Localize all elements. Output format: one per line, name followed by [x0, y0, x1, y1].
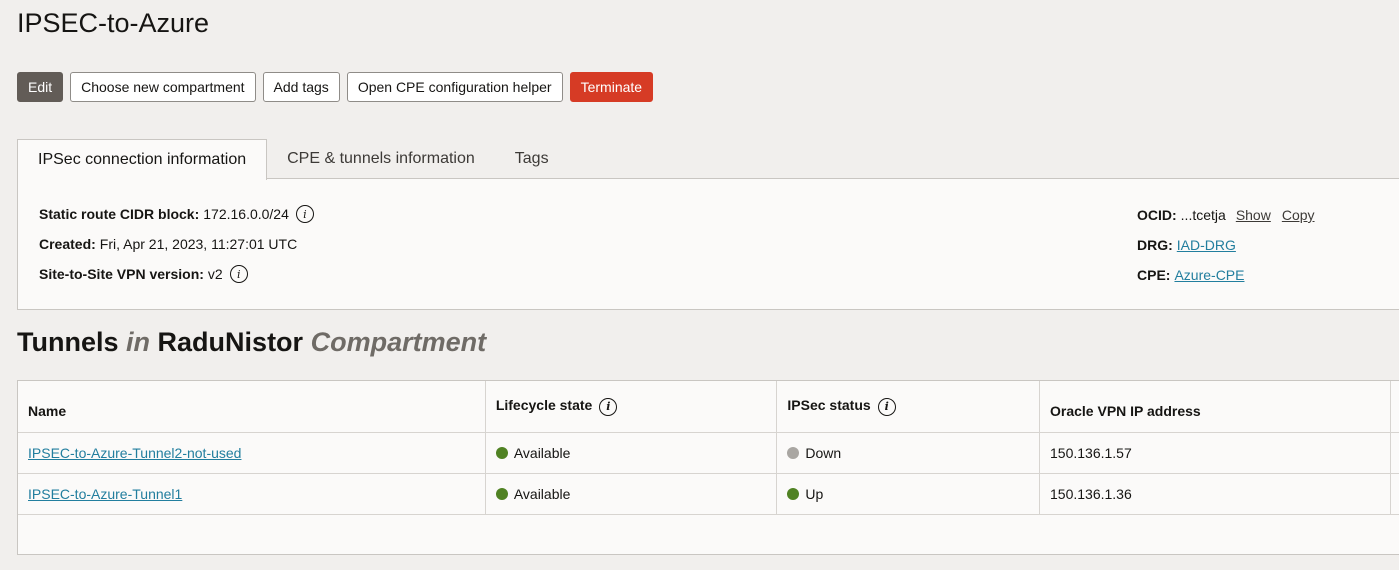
vpn-version-value: v2 — [207, 266, 223, 282]
static-route-label: Static route CIDR block: — [39, 206, 200, 222]
ocid-label: OCID: — [1137, 207, 1177, 223]
status-dot-icon — [495, 446, 508, 459]
lifecycle-header-label: Lifecycle state — [495, 397, 593, 413]
compartment-name: RaduNistor — [157, 327, 304, 357]
ocid-show-link[interactable]: Show — [1236, 207, 1271, 223]
cpe-row: CPE: Azure-CPE — [1137, 267, 1244, 283]
column-header-spacer — [1390, 381, 1399, 433]
info-icon[interactable]: i — [877, 397, 896, 416]
column-header-ipsec: IPSec status i — [776, 381, 1040, 433]
tunnels-table: Name Lifecycle state i IPSec status i Orac… — [18, 381, 1399, 515]
tab-ipsec-info[interactable]: IPSec connection information — [17, 139, 268, 180]
lifecycle-cell: Available — [485, 473, 778, 515]
choose-compartment-button[interactable]: Choose new compartment — [70, 72, 256, 102]
add-tags-button[interactable]: Add tags — [262, 72, 340, 102]
info-icon[interactable]: i — [295, 205, 314, 223]
drg-link[interactable]: IAD-DRG — [1177, 237, 1236, 253]
column-header-name[interactable]: Name — [18, 381, 486, 433]
tab-cpe-tunnels[interactable]: CPE & tunnels information — [267, 139, 495, 179]
drg-row: DRG: IAD-DRG — [1137, 237, 1236, 253]
ipsec-info-panel: Static route CIDR block: 172.16.0.0/24 i… — [17, 178, 1399, 310]
tab-bar: IPSec connection information CPE & tunne… — [17, 139, 569, 180]
tunnel-name-link[interactable]: IPSEC-to-Azure-Tunnel2-not-used — [28, 445, 241, 461]
ocid-copy-link[interactable]: Copy — [1282, 207, 1315, 223]
terminate-button[interactable]: Terminate — [569, 72, 654, 102]
lifecycle-cell: Available — [485, 432, 778, 474]
action-toolbar: Edit Choose new compartment Add tags Ope… — [17, 72, 654, 102]
cpe-helper-button[interactable]: Open CPE configuration helper — [346, 72, 563, 102]
created-row: Created: Fri, Apr 21, 2023, 11:27:01 UTC — [39, 236, 297, 252]
info-icon[interactable]: i — [229, 265, 248, 283]
ipsec-cell: Up — [776, 473, 1040, 515]
page-title: IPSEC-to-Azure — [17, 8, 210, 38]
ipsec-header-label: IPSec status — [787, 397, 871, 413]
status-dot-icon — [787, 446, 800, 459]
spacer-cell — [1390, 473, 1399, 515]
created-label: Created: — [39, 236, 96, 252]
ipsec-value: Down — [805, 444, 842, 461]
vpn-version-label: Site-to-Site VPN version: — [39, 266, 204, 282]
column-header-ip[interactable]: Oracle VPN IP address — [1039, 381, 1392, 433]
tunnel-name-cell: IPSEC-to-Azure-Tunnel1 — [18, 473, 486, 515]
tunnels-title-in: in — [126, 327, 151, 357]
tunnels-title-suffix: Compartment — [310, 327, 487, 357]
cpe-label: CPE: — [1137, 267, 1171, 283]
tunnels-table-container: Name Lifecycle state i IPSec status i Orac… — [17, 380, 1399, 555]
cpe-link[interactable]: Azure-CPE — [1174, 267, 1244, 283]
ocid-row: OCID: ...tcetja Show Copy — [1137, 207, 1315, 223]
info-icon[interactable]: i — [599, 397, 618, 416]
status-dot-icon — [495, 487, 508, 500]
edit-button[interactable]: Edit — [17, 72, 64, 102]
static-route-value: 172.16.0.0/24 — [203, 206, 289, 222]
tunnels-title-main: Tunnels — [17, 327, 119, 357]
ip-cell: 150.136.1.36 — [1039, 473, 1392, 515]
tunnel-name-link[interactable]: IPSEC-to-Azure-Tunnel1 — [28, 486, 182, 502]
ipsec-value: Up — [805, 485, 824, 502]
drg-label: DRG: — [1137, 237, 1173, 253]
lifecycle-value: Available — [513, 485, 571, 502]
ipsec-cell: Down — [776, 432, 1040, 474]
vpn-version-row: Site-to-Site VPN version: v2 i — [39, 265, 248, 283]
ip-cell: 150.136.1.57 — [1039, 432, 1392, 474]
created-value: Fri, Apr 21, 2023, 11:27:01 UTC — [99, 236, 298, 252]
table-row: IPSEC-to-Azure-Tunnel2-not-used Availabl… — [18, 432, 1399, 474]
tunnels-section-title: Tunnels in RaduNistor Compartment — [17, 327, 486, 358]
ocid-value: ...tcetja — [1180, 207, 1226, 223]
table-header-row: Name Lifecycle state i IPSec status i Orac… — [18, 381, 1399, 433]
tunnel-name-cell: IPSEC-to-Azure-Tunnel2-not-used — [18, 432, 486, 474]
tab-tags[interactable]: Tags — [495, 139, 569, 179]
column-header-lifecycle: Lifecycle state i — [485, 381, 778, 433]
spacer-cell — [1390, 432, 1399, 474]
status-dot-icon — [787, 487, 800, 500]
static-route-row: Static route CIDR block: 172.16.0.0/24 i — [39, 205, 314, 223]
lifecycle-value: Available — [513, 444, 571, 461]
table-row: IPSEC-to-Azure-Tunnel1 Available Up 150.… — [18, 473, 1399, 515]
